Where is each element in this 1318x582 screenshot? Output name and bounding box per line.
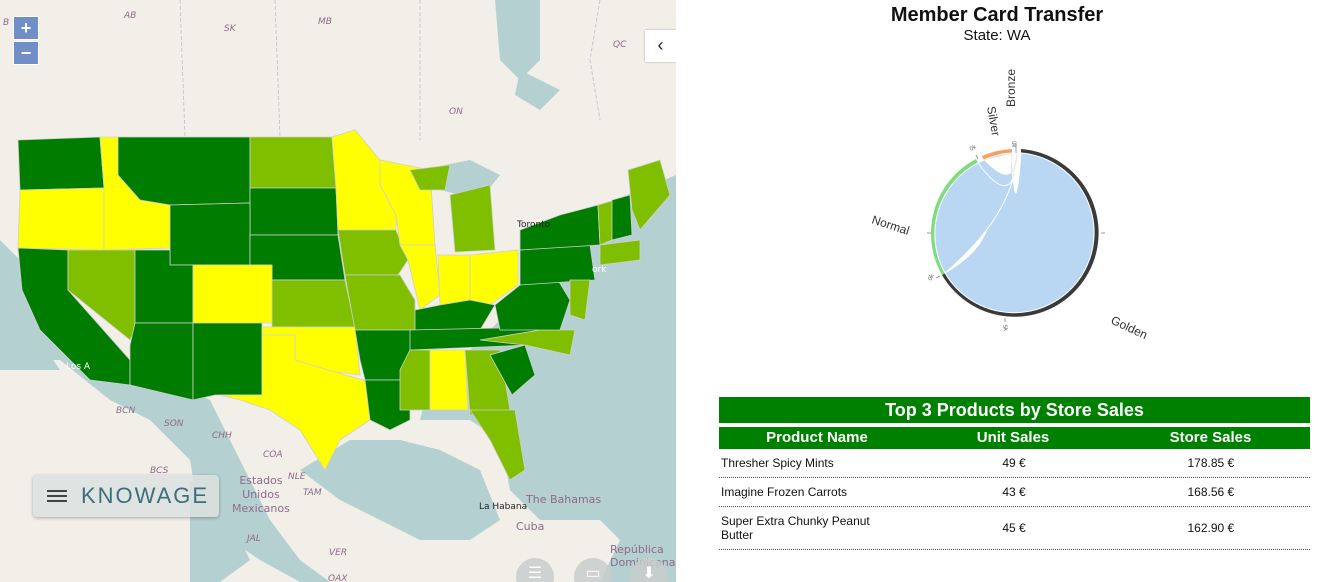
map-label-qc: QC — [613, 40, 627, 50]
arc-bronze — [1015, 148, 1017, 153]
map-label-jal: JAL — [247, 534, 261, 544]
table-header: Product Name Unit Sales Store Sales — [719, 427, 1310, 449]
group-label-golden: Golden — [1109, 313, 1150, 342]
cell-unit-sales: 45 € — [1002, 521, 1026, 535]
cell-store-sales: 178.85 € — [1187, 456, 1235, 470]
map-label-oax: OAX — [328, 574, 348, 582]
group-label-bronze: Bronze — [1004, 69, 1018, 107]
map-label-cuba: Cuba — [516, 520, 545, 533]
table-row[interactable]: Thresher Spicy Mints 49 € 178.85 € — [719, 449, 1310, 478]
table-row[interactable]: Super Extra Chunky Peanut Butter 45 € 16… — [719, 507, 1310, 550]
zoom-in-button[interactable]: + — [13, 16, 39, 40]
chevron-left-icon: ‹ — [657, 35, 664, 55]
map-label-on: ON — [449, 107, 463, 117]
map-label-mexico: Estados Unidos Mexicanos — [232, 474, 290, 515]
zoom-out-button[interactable]: − — [13, 41, 39, 65]
group-label-silver: Silver — [984, 105, 1003, 137]
group-label-normal: Normal — [870, 213, 911, 238]
map-label-nle: NLE — [288, 472, 306, 482]
column-header-unit-sales[interactable]: Unit Sales — [915, 427, 1111, 449]
map-label-sk: SK — [224, 24, 236, 34]
map-label-toronto: Toronto — [517, 220, 551, 230]
table-row[interactable]: Imagine Frozen Carrots 43 € 168.56 € — [719, 478, 1310, 507]
top-products-table: Top 3 Products by Store Sales Product Na… — [719, 397, 1310, 550]
cell-unit-sales: 49 € — [1002, 456, 1026, 470]
collapse-panel-button[interactable]: ‹ — [645, 30, 676, 62]
map-label-bcn: BCN — [116, 406, 136, 416]
tick-label-0k: 0k — [928, 273, 937, 282]
cell-product: Thresher Spicy Mints — [721, 456, 834, 470]
map-label-bahamas: The Bahamas — [526, 493, 602, 506]
knowage-toolbar: KNOWAGE — [33, 475, 219, 517]
map-label-chh: CHH — [212, 431, 232, 441]
map-label-tam: TAM — [303, 488, 322, 498]
tick-label-5k: 5k — [1001, 324, 1008, 332]
right-panel: Member Card Transfer State: WA 0k 0k 0k … — [676, 0, 1318, 582]
map-label-coa: COA — [263, 450, 283, 460]
map-label-son: SON — [164, 419, 184, 429]
tick-label-0k: 0k — [969, 144, 978, 153]
map-label-ab: AB — [124, 11, 137, 21]
cell-product: Super Extra Chunky Peanut Butter — [721, 514, 870, 542]
menu-icon[interactable] — [47, 487, 67, 505]
tick-mark — [935, 275, 941, 279]
tick-mark — [975, 154, 979, 160]
column-header-store-sales[interactable]: Store Sales — [1111, 427, 1310, 449]
cell-product: Imagine Frozen Carrots — [721, 485, 848, 499]
cell-store-sales: 168.56 € — [1187, 485, 1235, 499]
map-label-mb: MB — [318, 17, 332, 27]
knowage-logo: KNOWAGE — [81, 483, 210, 508]
chord-chart[interactable]: 0k 0k 0k 5k Golden Normal Silver Bronze — [676, 50, 1318, 350]
map-label-ver: VER — [329, 548, 348, 558]
choropleth-map[interactable]: AB SK MB ON QC B Toronto ork Los A BCN S… — [0, 0, 676, 582]
map-label-habana: La Habana — [479, 502, 528, 512]
table-caption: Top 3 Products by Store Sales — [719, 397, 1310, 423]
chart-title: Member Card Transfer — [890, 4, 1104, 26]
tick-label-0k: 0k — [1010, 141, 1016, 148]
map-label-newyork: ork — [592, 265, 607, 275]
map-label-losangeles: Los A — [66, 362, 91, 372]
cell-store-sales: 162.90 € — [1187, 521, 1235, 535]
map-label-bc: B — [3, 18, 10, 28]
column-header-product[interactable]: Product Name — [719, 427, 915, 449]
cell-unit-sales: 43 € — [1002, 485, 1026, 499]
chart-subtitle: State: WA — [963, 27, 1031, 44]
